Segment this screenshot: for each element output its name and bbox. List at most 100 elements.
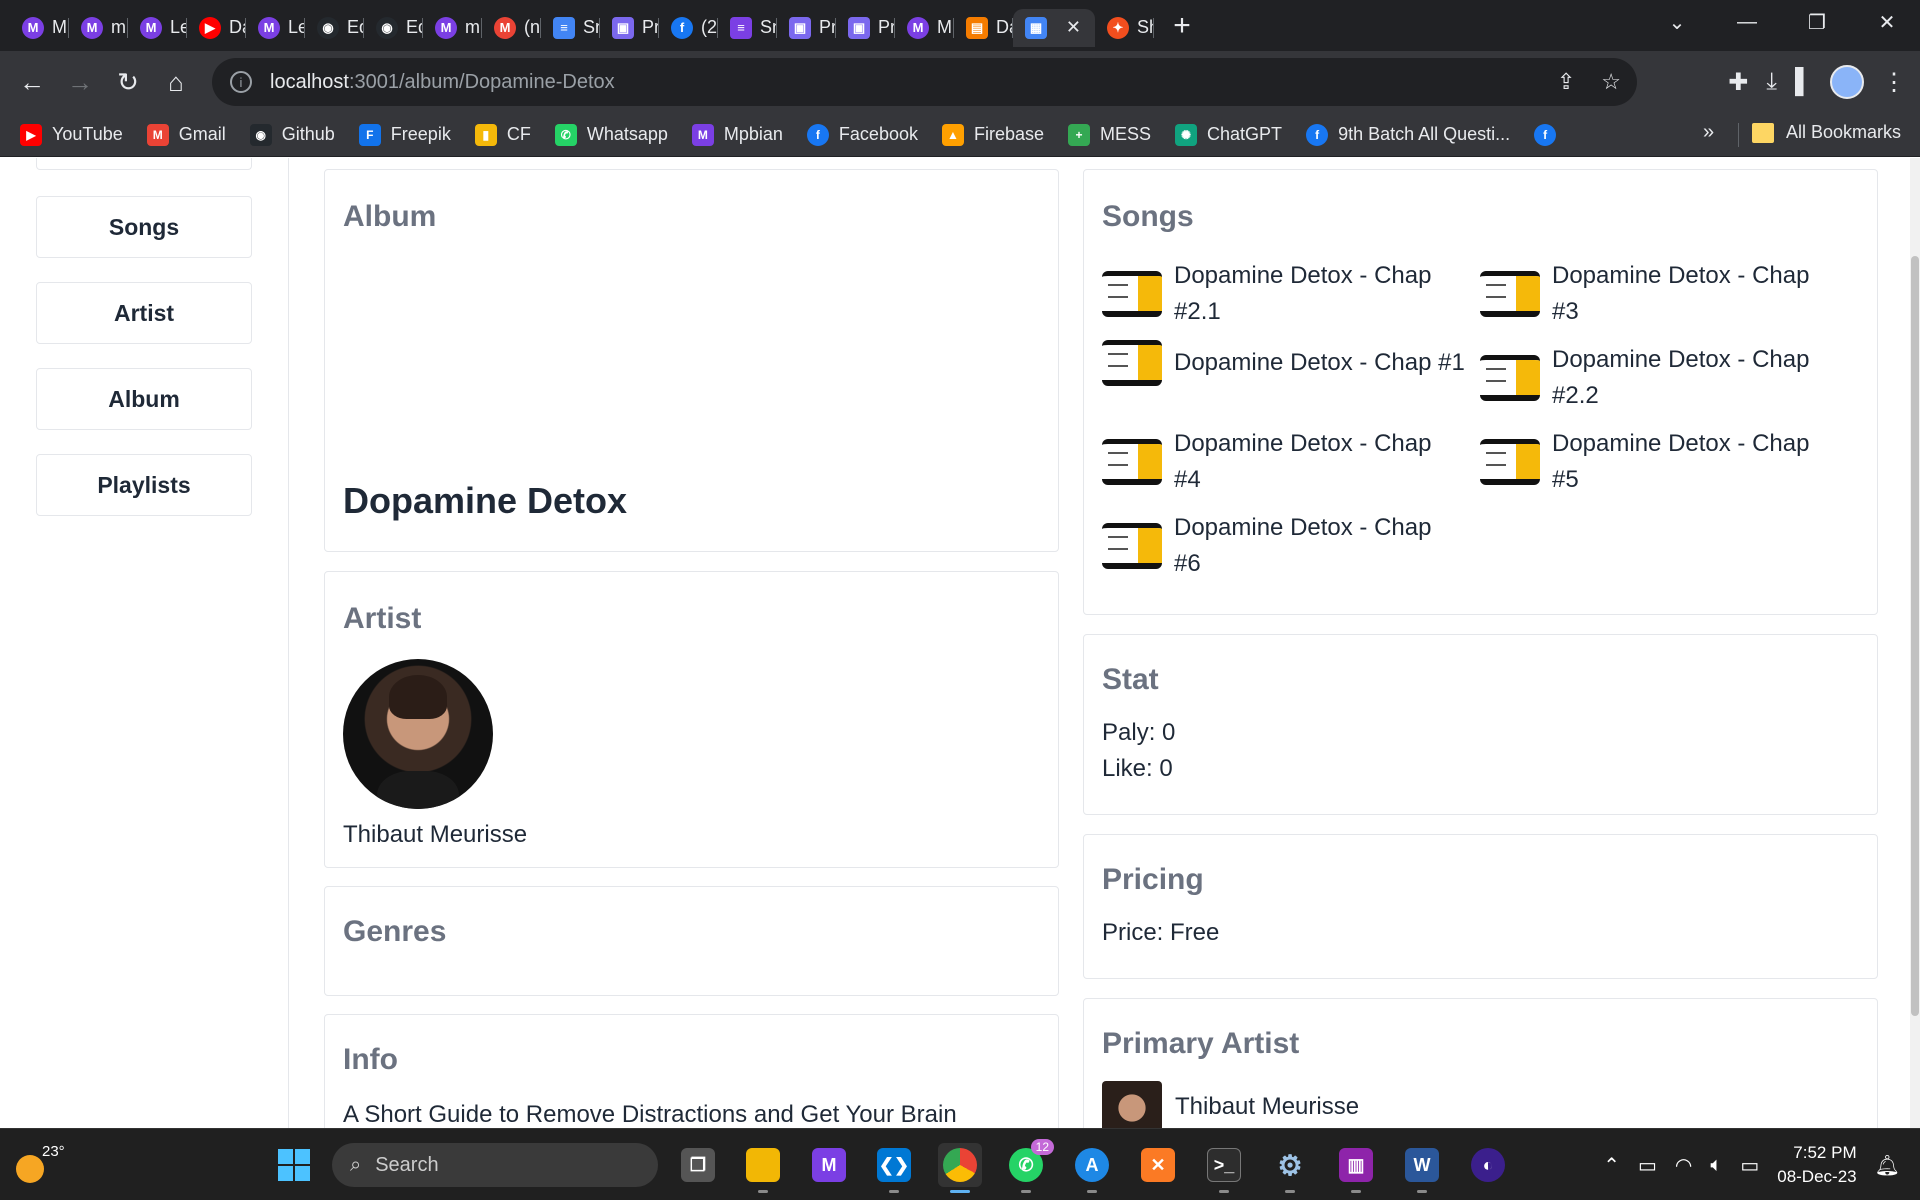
browser-tab[interactable]: M M| xyxy=(895,9,954,47)
settings-button[interactable]: ⚙ xyxy=(1268,1143,1312,1193)
song-item[interactable]: Dopamine Detox - Chap #1 xyxy=(1102,340,1482,386)
reload-button[interactable]: ↻ xyxy=(104,58,152,106)
tab-favicon-icon: M xyxy=(140,16,162,39)
bookmark-item[interactable]: ▶ YouTube xyxy=(20,123,123,146)
browser-tab[interactable]: ◉ Ed xyxy=(305,9,364,47)
close-tab-icon[interactable]: ✕ xyxy=(1066,17,1081,38)
bookmark-star-icon[interactable]: ☆ xyxy=(1601,69,1621,95)
artist-name[interactable]: Thibaut Meurisse xyxy=(343,817,527,853)
back-button[interactable]: ← xyxy=(8,58,56,106)
restore-button[interactable]: ❐ xyxy=(1782,0,1852,44)
file-explorer-button[interactable] xyxy=(741,1143,785,1193)
download-icon[interactable]: ⤓ xyxy=(1766,68,1777,96)
browser-tab[interactable]: f (2) xyxy=(659,9,718,47)
side-panel-icon[interactable]: ▌ xyxy=(1795,68,1812,96)
sidebar-item-songs[interactable]: Songs xyxy=(36,196,252,258)
browser-tab[interactable]: ▣ Pri xyxy=(777,9,836,47)
weather-widget[interactable]: 23° xyxy=(12,1141,65,1187)
notification-bell-icon[interactable]: 🔔︎ xyxy=(1875,1153,1900,1178)
wifi-icon[interactable]: ◠ xyxy=(1675,1153,1692,1178)
song-item[interactable]: Dopamine Detox - Chap #2.2 xyxy=(1480,342,1860,414)
bookmark-item[interactable]: ✺ ChatGPT xyxy=(1175,123,1282,146)
sidebar-item-playlists[interactable]: Playlists xyxy=(36,454,252,516)
browser-tab[interactable]: ✦ Sh xyxy=(1095,9,1154,47)
close-window-button[interactable]: ✕ xyxy=(1852,0,1920,44)
chevron-up-icon[interactable]: ⌃ xyxy=(1603,1153,1620,1178)
page-scrollbar[interactable] xyxy=(1910,158,1920,1128)
song-title: Dopamine Detox - Chap #2.1 xyxy=(1174,258,1431,330)
song-item[interactable]: Dopamine Detox - Chap #6 xyxy=(1102,510,1482,582)
song-item[interactable]: Dopamine Detox - Chap #4 xyxy=(1102,426,1482,498)
bookmark-item[interactable]: f xyxy=(1534,123,1566,146)
sidebar-item-partial[interactable] xyxy=(36,158,252,170)
browser-tab[interactable]: M M| xyxy=(10,9,69,47)
bookmark-item[interactable]: ✆ Whatsapp xyxy=(554,123,668,146)
browser-tab[interactable]: ≡ Sn xyxy=(718,9,777,47)
browser-tab[interactable]: Mm| xyxy=(423,9,482,47)
primary-artist-name[interactable]: Thibaut Meurisse xyxy=(1175,1089,1359,1125)
menu-icon[interactable]: ⋮ xyxy=(1882,68,1906,97)
address-bar[interactable]: i localhost:3001/album/Dopamine-Detox ⇪ … xyxy=(212,58,1637,106)
terminal-button[interactable]: >_ xyxy=(1202,1143,1246,1193)
start-button[interactable] xyxy=(272,1143,316,1187)
artist-avatar[interactable] xyxy=(343,659,493,809)
browser-tab[interactable]: M Le xyxy=(246,9,305,47)
browser-tab[interactable]: ▶ Da xyxy=(187,9,246,47)
site-info-icon[interactable]: i xyxy=(230,71,252,93)
extensions-icon[interactable]: ✚ xyxy=(1728,68,1748,97)
song-item[interactable]: Dopamine Detox - Chap #2.1 xyxy=(1102,258,1482,330)
browser-tab[interactable]: Mm| xyxy=(69,9,128,47)
browser-tab[interactable]: ◉ Ed xyxy=(364,9,423,47)
all-bookmarks-button[interactable]: All Bookmarks xyxy=(1752,122,1901,143)
browser-tab[interactable]: M Le xyxy=(128,9,187,47)
bookmark-item[interactable]: F Freepik xyxy=(358,123,451,146)
primary-artist-avatar[interactable] xyxy=(1102,1081,1162,1128)
more-bookmarks-button[interactable]: » xyxy=(1703,121,1714,144)
bookmark-item[interactable]: M Gmail xyxy=(146,123,226,146)
song-item[interactable]: Dopamine Detox - Chap #3 xyxy=(1480,258,1860,330)
winrar-button[interactable]: ▥ xyxy=(1334,1143,1378,1193)
app-store-button[interactable]: A xyxy=(1070,1143,1114,1193)
active-tab[interactable]: ▦ ✕ xyxy=(1013,8,1095,47)
xampp-button[interactable]: ✕ xyxy=(1136,1143,1180,1187)
browser-tab[interactable]: ▣ Pri xyxy=(600,9,659,47)
task-view-button[interactable]: ❐ xyxy=(676,1143,720,1187)
word-button[interactable]: W xyxy=(1400,1143,1444,1193)
volume-icon[interactable]: 🔈︎ xyxy=(1710,1154,1722,1177)
bookmark-item[interactable]: ◉ Github xyxy=(249,123,335,146)
share-icon[interactable]: ⇪ xyxy=(1557,69,1575,95)
bookmark-favicon-icon: ▲ xyxy=(941,123,964,146)
sidebar-item-artist[interactable]: Artist xyxy=(36,282,252,344)
whatsapp-button[interactable]: ✆ 12 xyxy=(1004,1139,1054,1193)
browser-tab[interactable]: ▣ Pri xyxy=(836,9,895,47)
song-title-line1: Dopamine Detox - Chap xyxy=(1552,346,1810,373)
vscode-button[interactable]: ❮❯ xyxy=(872,1143,916,1193)
taskbar-search[interactable]: ⌕ Search xyxy=(332,1143,658,1187)
mpbian-app-button[interactable]: M xyxy=(807,1143,851,1187)
minimize-button[interactable]: — xyxy=(1712,0,1782,44)
tab-search-icon[interactable]: ⌄ xyxy=(1642,0,1712,44)
bookmark-item[interactable]: ▮ CF xyxy=(474,123,531,146)
sidebar-item-album[interactable]: Album xyxy=(36,368,252,430)
forward-button[interactable]: → xyxy=(56,58,104,106)
browser-app-button[interactable]: ◐ xyxy=(1466,1143,1510,1187)
browser-tab[interactable]: M (n xyxy=(482,9,541,47)
battery-icon[interactable]: ▭ xyxy=(1740,1153,1759,1178)
browser-tab[interactable]: ▤ Da xyxy=(954,9,1013,47)
new-tab-button[interactable]: + xyxy=(1160,4,1204,48)
bookmark-item[interactable]: + MESS xyxy=(1068,123,1151,146)
clock[interactable]: 7:52 PM 08-Dec-23 xyxy=(1777,1141,1856,1189)
bookmark-item[interactable]: f 9th Batch All Questi... xyxy=(1306,123,1510,146)
home-button[interactable]: ⌂ xyxy=(152,58,200,106)
bookmark-item[interactable]: ▲ Firebase xyxy=(941,123,1044,146)
info-card: Info A Short Guide to Remove Distraction… xyxy=(324,1014,1059,1128)
keyboard-icon[interactable]: ▭ xyxy=(1638,1153,1657,1178)
scrollbar-thumb[interactable] xyxy=(1911,256,1919,1016)
bookmark-item[interactable]: f Facebook xyxy=(806,123,918,146)
bookmark-item[interactable]: M Mpbian xyxy=(691,123,783,146)
browser-tab[interactable]: ≡ Sn xyxy=(541,9,600,47)
tab-title: (2) xyxy=(701,17,718,37)
chrome-button[interactable] xyxy=(938,1143,982,1193)
song-item[interactable]: Dopamine Detox - Chap #5 xyxy=(1480,426,1860,498)
profile-avatar[interactable] xyxy=(1830,65,1864,99)
